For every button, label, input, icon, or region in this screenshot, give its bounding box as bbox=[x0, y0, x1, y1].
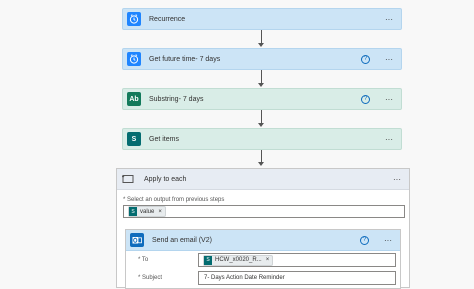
arrow-down-icon bbox=[258, 43, 264, 47]
step-get-items[interactable]: S Get items ··· bbox=[122, 128, 402, 150]
more-options-icon[interactable]: ··· bbox=[380, 236, 396, 245]
connector-line bbox=[261, 110, 262, 123]
recipient-token[interactable]: S HCW_x0020_R... × bbox=[203, 254, 274, 266]
arrow-down-icon bbox=[258, 162, 264, 166]
clock-icon bbox=[127, 12, 141, 26]
to-input[interactable]: S HCW_x0020_R... × bbox=[198, 253, 396, 267]
arrow-down-icon bbox=[258, 83, 264, 87]
loop-icon bbox=[120, 171, 136, 187]
more-options-icon[interactable]: ··· bbox=[381, 95, 397, 104]
subject-value: 7- Days Action Date Reminder bbox=[204, 275, 285, 281]
step-title: Get future time- 7 days bbox=[149, 55, 221, 63]
select-output-label: * Select an output from previous steps bbox=[123, 197, 225, 203]
connector-line bbox=[261, 30, 262, 43]
clock-icon bbox=[127, 52, 141, 66]
to-label: * To bbox=[138, 257, 149, 263]
connector-line bbox=[261, 150, 262, 162]
sharepoint-icon: S bbox=[127, 132, 141, 146]
apply-to-each-header[interactable]: Apply to each ··· bbox=[117, 169, 409, 190]
subject-label: * Subject bbox=[138, 275, 163, 281]
step-title: Get items bbox=[149, 135, 179, 143]
step-title: Recurrence bbox=[149, 15, 186, 23]
send-email-card: Send an email (V2) ? ··· * To S HCW_x002… bbox=[125, 229, 401, 289]
value-token[interactable]: S value × bbox=[128, 206, 166, 217]
connector-line bbox=[261, 70, 262, 83]
more-options-icon[interactable]: ··· bbox=[389, 175, 405, 184]
apply-to-each-container: Apply to each ··· * Select an output fro… bbox=[116, 168, 410, 289]
send-email-header[interactable]: Send an email (V2) ? ··· bbox=[126, 230, 400, 251]
text-icon: Ab bbox=[127, 92, 141, 106]
step-get-future-time[interactable]: Get future time- 7 days ? ··· bbox=[122, 48, 402, 70]
more-options-icon[interactable]: ··· bbox=[381, 55, 397, 64]
arrow-down-icon bbox=[258, 123, 264, 127]
subject-input[interactable]: 7- Days Action Date Reminder bbox=[198, 271, 396, 285]
close-icon[interactable]: × bbox=[158, 209, 162, 215]
help-icon[interactable]: ? bbox=[361, 54, 370, 64]
help-icon[interactable]: ? bbox=[361, 94, 370, 104]
token-label: HCW_x0020_R... bbox=[215, 257, 262, 263]
step-recurrence[interactable]: Recurrence ··· bbox=[122, 8, 402, 30]
outlook-icon bbox=[130, 233, 144, 247]
help-icon[interactable]: ? bbox=[360, 235, 369, 245]
step-title: Send an email (V2) bbox=[152, 236, 212, 244]
sharepoint-icon: S bbox=[204, 255, 212, 265]
more-options-icon[interactable]: ··· bbox=[381, 135, 397, 144]
step-substring[interactable]: Ab Substring- 7 days ? ··· bbox=[122, 88, 402, 110]
step-title: Substring- 7 days bbox=[149, 95, 204, 103]
step-title: Apply to each bbox=[144, 175, 187, 183]
sharepoint-icon: S bbox=[129, 207, 137, 216]
close-icon[interactable]: × bbox=[266, 257, 270, 263]
more-options-icon[interactable]: ··· bbox=[381, 15, 397, 24]
select-output-input[interactable]: S value × bbox=[123, 205, 405, 218]
token-label: value bbox=[140, 208, 155, 215]
